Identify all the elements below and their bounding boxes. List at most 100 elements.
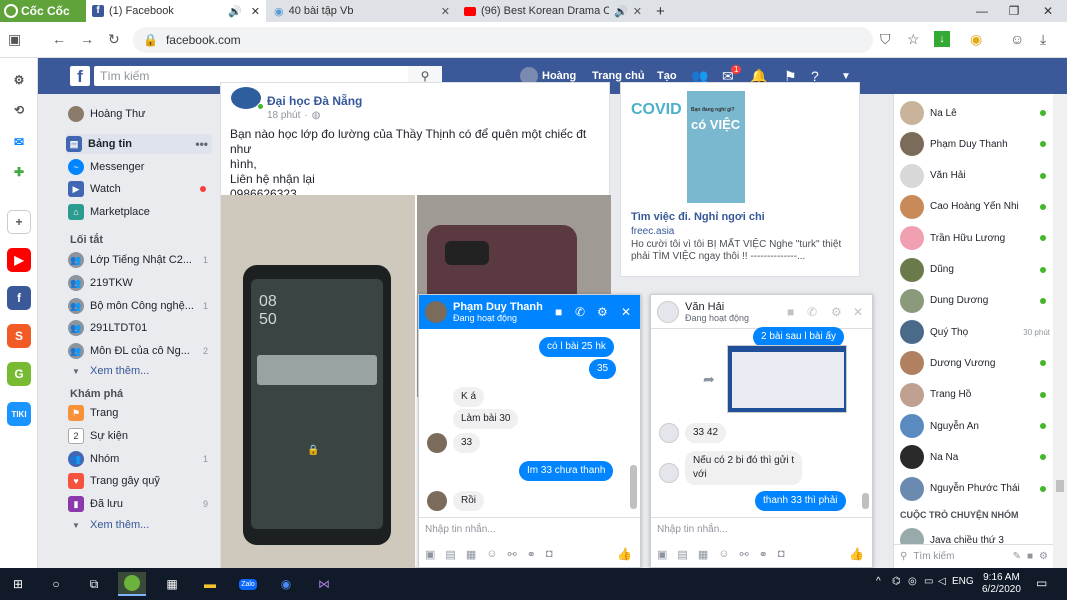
task-view-icon[interactable]: ⧉ — [80, 572, 108, 596]
shared-screenshot-image[interactable] — [727, 345, 847, 413]
action-center-icon[interactable]: ▭ — [1036, 576, 1047, 590]
calculator-icon[interactable]: ▦ — [158, 572, 186, 596]
contact-item[interactable]: Dung Dương — [900, 287, 1050, 315]
gif-icon[interactable]: ▦ — [698, 548, 708, 561]
contact-item[interactable]: Phạm Duy Thanh — [900, 130, 1050, 158]
contact-item[interactable]: Nguyễn An — [900, 412, 1050, 440]
emoji-icon[interactable]: ☺ — [718, 548, 729, 561]
nav-profile[interactable]: Hoàng Thư — [68, 104, 218, 124]
explore-item-events[interactable]: 2 Sự kiện — [68, 426, 218, 446]
reload-icon[interactable]: ↻ — [108, 31, 120, 48]
contact-item[interactable]: Dũng — [900, 256, 1050, 284]
history-icon[interactable]: ⟲ — [7, 98, 31, 122]
shortcut-item[interactable]: 👥 219TKW — [68, 273, 218, 293]
shopee-icon[interactable]: S — [7, 324, 31, 348]
post-photo-1[interactable]: 08 50 🔒 — [221, 195, 415, 569]
chrome-icon[interactable]: ◉ — [272, 572, 300, 596]
nav-item-watch[interactable]: ▶ Watch — [68, 179, 218, 199]
home-link[interactable]: Trang chủ — [592, 70, 645, 82]
link-icon[interactable]: ⚭ — [527, 548, 536, 561]
speaker-icon[interactable]: 🔊 — [228, 5, 242, 18]
shield-icon[interactable]: ⛉ — [880, 31, 891, 48]
gif-icon[interactable]: ▦ — [466, 548, 476, 561]
more-icon[interactable]: ••• — [195, 137, 208, 151]
forward-icon[interactable]: → — [80, 31, 94, 47]
nav-item-news-feed[interactable]: ▤ Bảng tin ••• — [66, 134, 212, 154]
url-field[interactable]: 🔒 facebook.com — [133, 27, 873, 53]
language-indicator[interactable]: ENG — [952, 576, 974, 587]
create-link[interactable]: Tạo — [657, 70, 677, 82]
visual-studio-icon[interactable]: ⋈ — [310, 572, 338, 596]
sponsored-ad[interactable]: COVID Bạn đang nghỉ gì? có VIỆC Tìm việc… — [620, 82, 860, 277]
star-icon[interactable]: ☆ — [907, 31, 920, 48]
explore-item-pages[interactable]: ⚑ Trang — [68, 403, 218, 423]
see-more-link[interactable]: ▼ Xem thêm... — [68, 361, 218, 381]
ad-domain[interactable]: freec.asia — [631, 226, 674, 237]
explore-item-fundraisers[interactable]: ♥ Trang gây quỹ — [68, 471, 218, 491]
minimize-icon[interactable]: — — [966, 0, 998, 22]
camera-icon[interactable]: ◘ — [546, 548, 553, 561]
gear-icon[interactable]: ⚙ — [1039, 551, 1048, 562]
add-app-icon[interactable]: + — [7, 210, 31, 234]
contact-item[interactable]: Na Lê — [900, 99, 1050, 127]
contact-item[interactable]: Quý Thọ 30 phút — [900, 318, 1050, 346]
video-call-icon[interactable]: ■ — [555, 305, 562, 319]
message-input[interactable]: Nhập tin nhắn... — [651, 517, 872, 541]
nav-item-messenger[interactable]: ~ Messenger — [68, 157, 218, 177]
sidebar-toggle-icon[interactable]: ▣ — [8, 31, 21, 48]
chat-scrollbar[interactable] — [630, 465, 637, 509]
cortana-icon[interactable]: ○ — [42, 572, 70, 596]
shortcut-item[interactable]: 👥 Môn ĐL của cô Ng... 2 — [68, 341, 218, 361]
game-icon[interactable]: ✚ — [7, 160, 31, 184]
post-author-link[interactable]: Đại học Đà Nẵng — [267, 94, 362, 108]
speaker-icon[interactable]: 🔊 — [614, 5, 628, 18]
taskbar-clock[interactable]: 9:16 AM 6/2/2020 — [982, 572, 1021, 596]
tab-facebook[interactable]: f (1) Facebook 🔊 ✕ — [86, 0, 266, 22]
share-arrow-icon[interactable]: ➦ — [703, 371, 715, 388]
back-icon[interactable]: ← — [52, 31, 66, 47]
chat-scrollbar[interactable] — [862, 493, 869, 509]
chat-contact-name[interactable]: Văn Hải — [685, 301, 749, 313]
contact-item[interactable]: Dương Vương — [900, 349, 1050, 377]
attach-icon[interactable]: ⚯ — [507, 548, 516, 561]
scrollbar-thumb[interactable] — [1056, 480, 1064, 492]
facebook-rail-icon[interactable]: f — [7, 286, 31, 310]
phone-call-icon[interactable]: ✆ — [575, 305, 585, 319]
extension-icon[interactable]: ◉ — [970, 31, 982, 48]
volume-icon[interactable]: ◁ — [938, 576, 946, 587]
video-call-icon[interactable]: ■ — [787, 305, 794, 319]
network-icon[interactable]: ⌬ — [892, 576, 901, 587]
shortcut-item[interactable]: 👥 Bộ môn Công nghệ... 1 — [68, 296, 218, 316]
contact-item[interactable]: Cao Hoàng Yến Nhi — [900, 193, 1050, 221]
contact-search-input[interactable]: ⚲ Tìm kiếm ✎ ■ ⚙ — [894, 544, 1054, 568]
ad-title[interactable]: Tìm việc đi. Nghỉ ngơi chi — [631, 211, 765, 223]
maximize-icon[interactable]: ❐ — [998, 0, 1030, 22]
contact-item[interactable]: Trần Hữu Lương — [900, 224, 1050, 252]
gear-icon[interactable]: ⚙ — [831, 305, 842, 319]
contact-item[interactable]: Na Na — [900, 443, 1050, 471]
shortcut-item[interactable]: 👥 291LTDT01 — [68, 318, 218, 338]
file-explorer-icon[interactable]: ▬ — [196, 572, 224, 596]
link-icon[interactable]: ⚭ — [759, 548, 768, 561]
tab-bai-tap[interactable]: ◉ 40 bài tập Vb ✕ — [268, 0, 456, 22]
message-input[interactable]: Nhập tin nhắn... — [419, 517, 640, 541]
sync-icon[interactable]: ◎ — [908, 576, 917, 587]
video-call-icon[interactable]: ■ — [1027, 551, 1033, 562]
image-icon[interactable]: ▣ — [657, 548, 667, 561]
game-app-icon[interactable]: G — [7, 362, 31, 386]
see-more-link[interactable]: ▼ Xem thêm... — [68, 515, 218, 535]
close-icon[interactable]: ✕ — [853, 305, 863, 319]
nav-item-marketplace[interactable]: ⌂ Marketplace — [68, 202, 218, 222]
camera-icon[interactable]: ◘ — [778, 548, 785, 561]
tiki-icon[interactable]: TIKI — [7, 402, 31, 426]
messenger-rail-icon[interactable]: ✉ — [7, 130, 31, 154]
like-icon[interactable]: 👍 — [849, 547, 864, 561]
close-tab-icon[interactable]: ✕ — [251, 5, 260, 18]
image-icon[interactable]: ▣ — [425, 548, 435, 561]
explore-item-saved[interactable]: ▮ Đã lưu 9 — [68, 494, 218, 514]
new-tab-button[interactable]: + — [650, 0, 670, 22]
contact-item[interactable]: Văn Hải — [900, 162, 1050, 190]
like-icon[interactable]: 👍 — [617, 547, 632, 561]
contact-item[interactable]: Nguyễn Phước Thái — [900, 475, 1050, 503]
emoji-icon[interactable]: ☺ — [486, 548, 497, 561]
